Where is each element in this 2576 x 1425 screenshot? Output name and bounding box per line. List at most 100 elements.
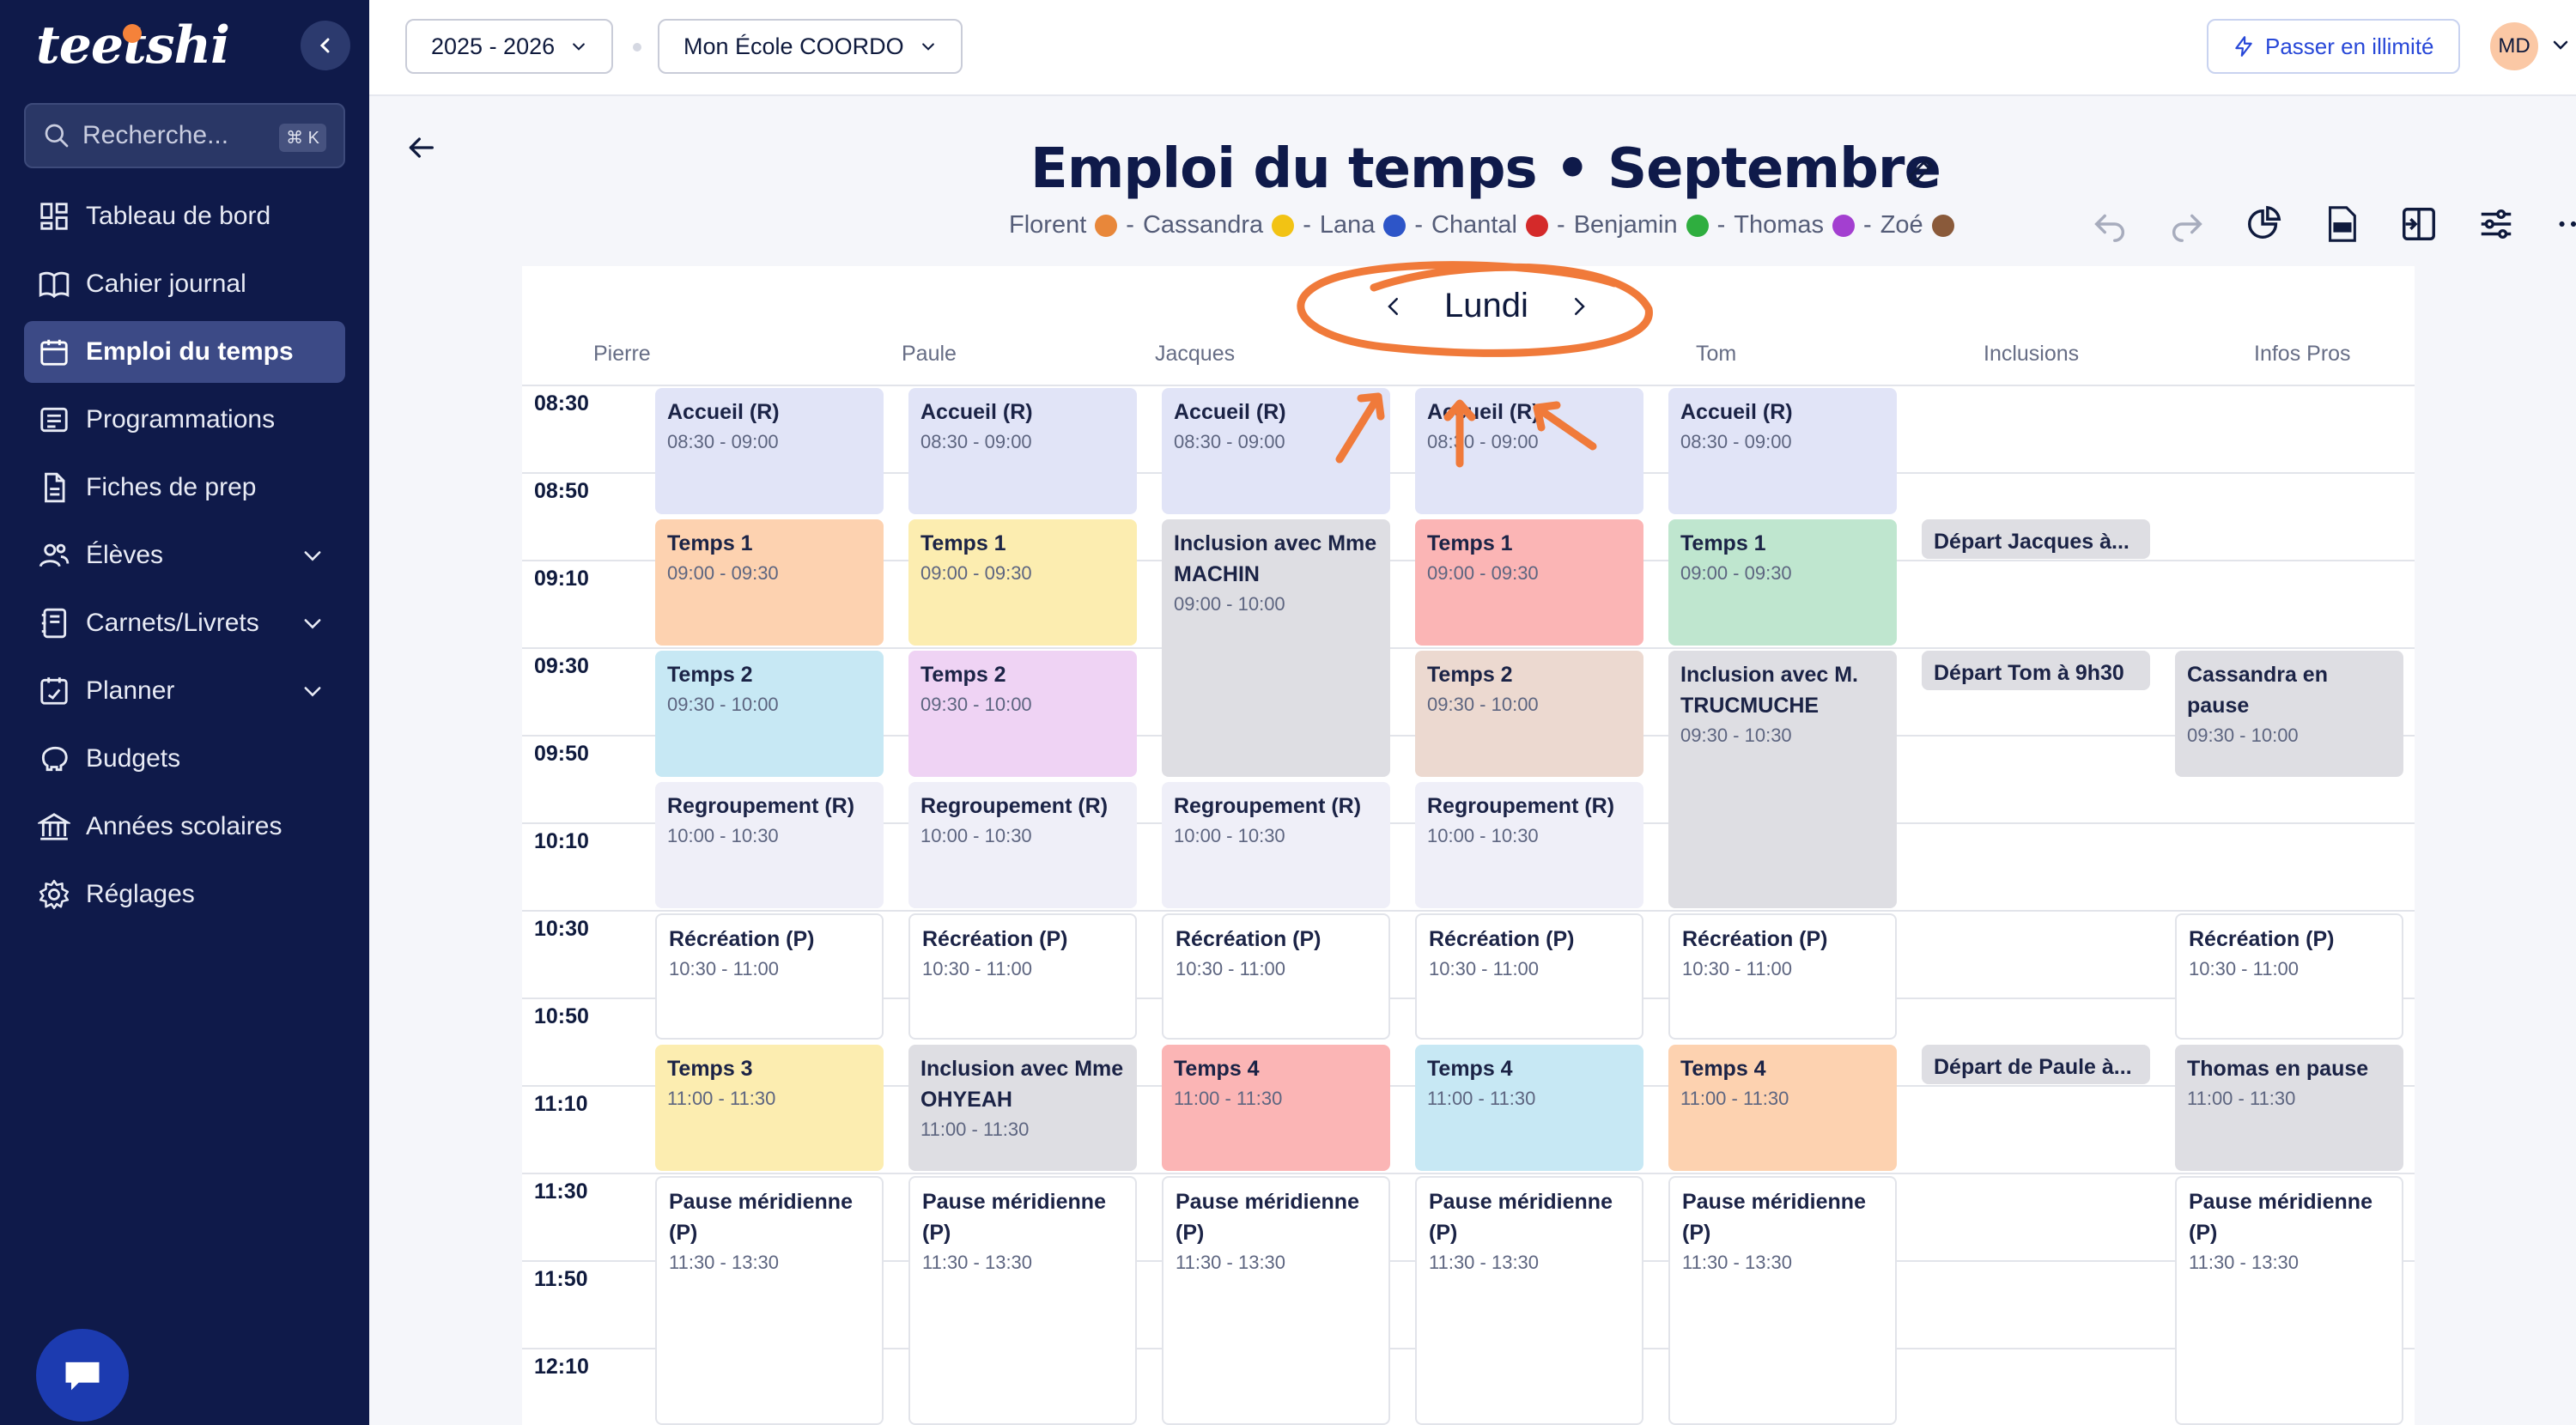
schedule-event[interactable]: Pause méridienne (P) 11:30 - 13:30 (655, 1176, 884, 1425)
back-arrow-icon[interactable] (404, 130, 438, 165)
schedule-event[interactable]: Cassandra en pause 09:30 - 10:00 (2175, 651, 2403, 777)
school-select[interactable]: Mon École COORDO (658, 19, 963, 74)
schedule-event[interactable]: Récréation (P) 10:30 - 11:00 (908, 913, 1137, 1040)
schedule-event[interactable]: Accueil (R) 08:30 - 09:00 (908, 388, 1137, 514)
event-title: Accueil (R) (667, 400, 780, 424)
legend-color-dot (1272, 214, 1295, 237)
schedule-event[interactable]: Pause méridienne (P) 11:30 - 13:30 (1162, 1176, 1390, 1425)
schedule-event[interactable]: Pause méridienne (P) 11:30 - 13:30 (1415, 1176, 1643, 1425)
pie-chart-icon[interactable] (2245, 204, 2284, 244)
schedule-event[interactable]: Thomas en pause 11:00 - 11:30 (2175, 1045, 2403, 1171)
schedule-event[interactable]: Regroupement (R) 10:00 - 10:30 (1162, 782, 1390, 908)
sidebar-item-années-scolaires[interactable]: Années scolaires (24, 796, 345, 858)
undo-icon[interactable] (2090, 204, 2129, 244)
schedule-event[interactable]: Inclusion avec Mme MACHIN 09:00 - 10:00 (1162, 519, 1390, 777)
schedule-event[interactable]: Inclusion avec Mme OHYEAH 11:00 - 11:30 (908, 1045, 1137, 1171)
event-time: 09:00 - 10:00 (1174, 593, 1285, 615)
schedule-event[interactable]: Récréation (P) 10:30 - 11:00 (1162, 913, 1390, 1040)
sidebar-item-élèves[interactable]: Élèves (24, 525, 345, 586)
search-shortcut: ⌘ K (279, 124, 326, 152)
redo-icon[interactable] (2167, 204, 2207, 244)
schedule-event[interactable]: Récréation (P) 10:30 - 11:00 (1668, 913, 1897, 1040)
more-options-icon[interactable] (2554, 204, 2576, 244)
piggy-bank-icon (41, 746, 68, 772)
schedule-event[interactable]: Récréation (P) 10:30 - 11:00 (655, 913, 884, 1040)
schedule-event[interactable]: Temps 2 09:30 - 10:00 (908, 651, 1137, 777)
schedule-event[interactable]: Inclusion avec M. TRUCMUCHE 09:30 - 10:30 (1668, 651, 1897, 908)
schedule-event[interactable]: Temps 1 09:00 - 09:30 (908, 519, 1137, 646)
legend-separator: - (1716, 211, 1726, 239)
event-time: 10:00 - 10:30 (920, 825, 1032, 846)
sidebar-item-label: Tableau de bord (86, 202, 271, 230)
event-title: Cassandra en pause (2187, 663, 2328, 718)
schedule-event[interactable]: Temps 3 11:00 - 11:30 (655, 1045, 884, 1171)
event-title: Pause méridienne (P) (1429, 1190, 1613, 1245)
schedule-event[interactable]: Départ de Paule à... (1922, 1045, 2150, 1084)
schedule-event[interactable]: Départ Tom à 9h30 (1922, 651, 2150, 690)
sidebar-item-fiches-de-prep[interactable]: Fiches de prep (24, 457, 345, 518)
schedule-event[interactable]: Regroupement (R) 10:00 - 10:30 (655, 782, 884, 908)
sidebar-item-emploi-du-temps[interactable]: Emploi du temps (24, 321, 345, 383)
search-input[interactable]: Recherche... ⌘ K (24, 103, 345, 168)
schedule-event[interactable]: Pause méridienne (P) 11:30 - 13:30 (2175, 1176, 2403, 1425)
event-title: Regroupement (R) (1174, 794, 1362, 818)
schedule-event[interactable]: Regroupement (R) 10:00 - 10:30 (908, 782, 1137, 908)
document-icon (45, 472, 65, 503)
legend-color-dot (1832, 214, 1856, 237)
legend-separator: - (1863, 211, 1872, 239)
event-time: 09:30 - 10:30 (1680, 725, 1792, 746)
schedule-event[interactable]: Temps 1 09:00 - 09:30 (655, 519, 884, 646)
avatar[interactable]: MD (2490, 22, 2538, 70)
chat-button[interactable] (36, 1329, 129, 1422)
schedule-event[interactable]: Accueil (R) 08:30 - 09:00 (655, 388, 884, 514)
sidebar-item-budgets[interactable]: Budgets (24, 728, 345, 790)
schedule-event[interactable]: Pause méridienne (P) 11:30 - 13:30 (1668, 1176, 1897, 1425)
schedule-event[interactable]: Accueil (R) 08:30 - 09:00 (1668, 388, 1897, 514)
event-title: Récréation (P) (1682, 927, 1828, 951)
event-title: Départ Jacques à... (1934, 530, 2129, 554)
schedule-event[interactable]: Pause méridienne (P) 11:30 - 13:30 (908, 1176, 1137, 1425)
event-title: Départ Tom à 9h30 (1934, 661, 2124, 685)
page-title: Emploi du temps • Septembre (1030, 137, 1941, 201)
next-day-icon[interactable] (1566, 294, 1592, 319)
pencil-icon[interactable] (1905, 155, 1937, 187)
collapse-sidebar-button[interactable] (301, 21, 350, 70)
legend-name: Thomas (1734, 211, 1825, 239)
sidebar-item-planner[interactable]: Planner (24, 660, 345, 722)
schedule-event[interactable]: Temps 4 11:00 - 11:30 (1668, 1045, 1897, 1171)
row-divider (522, 385, 2415, 386)
event-title: Récréation (P) (1429, 927, 1575, 951)
column-header: Infos Pros (2254, 342, 2351, 366)
schedule-event[interactable]: Accueil (R) 08:30 - 09:00 (1415, 388, 1643, 514)
schedule-event[interactable]: Départ Jacques à... (1922, 519, 2150, 559)
upgrade-button[interactable]: Passer en illimité (2207, 19, 2460, 74)
sidebar-item-label: Programmations (86, 405, 276, 434)
pdf-icon[interactable] (2322, 204, 2361, 244)
schedule-event[interactable]: Temps 2 09:30 - 10:00 (1415, 651, 1643, 777)
schedule-event[interactable]: Regroupement (R) 10:00 - 10:30 (1415, 782, 1643, 908)
gear-icon (39, 879, 70, 910)
settings-sliders-icon[interactable] (2476, 204, 2516, 244)
sidebar-item-cahier-journal[interactable]: Cahier journal (24, 253, 345, 315)
schedule-event[interactable]: Récréation (P) 10:30 - 11:00 (1415, 913, 1643, 1040)
import-icon[interactable] (2399, 204, 2439, 244)
schedule-event[interactable]: Temps 1 09:00 - 09:30 (1668, 519, 1897, 646)
schedule-event[interactable]: Temps 4 11:00 - 11:30 (1162, 1045, 1390, 1171)
sidebar-item-réglages[interactable]: Réglages (24, 864, 345, 925)
search-icon (45, 124, 69, 148)
sidebar-item-programmations[interactable]: Programmations (24, 389, 345, 451)
year-select[interactable]: 2025 - 2026 (405, 19, 614, 74)
chevron-down-icon[interactable] (2550, 34, 2571, 55)
schedule-event[interactable]: Récréation (P) 10:30 - 11:00 (2175, 913, 2403, 1040)
sidebar-item-tableau-de-bord[interactable]: Tableau de bord (24, 185, 345, 247)
notebook-icon (41, 608, 67, 639)
event-title: Pause méridienne (P) (1682, 1190, 1866, 1245)
schedule-event[interactable]: Temps 4 11:00 - 11:30 (1415, 1045, 1643, 1171)
schedule-event[interactable]: Temps 1 09:00 - 09:30 (1415, 519, 1643, 646)
column-header: Jacques (1155, 342, 1236, 366)
legend-color-dot (1931, 214, 1954, 237)
sidebar-item-carnets-livrets[interactable]: Carnets/Livrets (24, 592, 345, 654)
schedule-event[interactable]: Accueil (R) 08:30 - 09:00 (1162, 388, 1390, 514)
schedule-event[interactable]: Temps 2 09:30 - 10:00 (655, 651, 884, 777)
previous-day-icon[interactable] (1381, 294, 1406, 319)
